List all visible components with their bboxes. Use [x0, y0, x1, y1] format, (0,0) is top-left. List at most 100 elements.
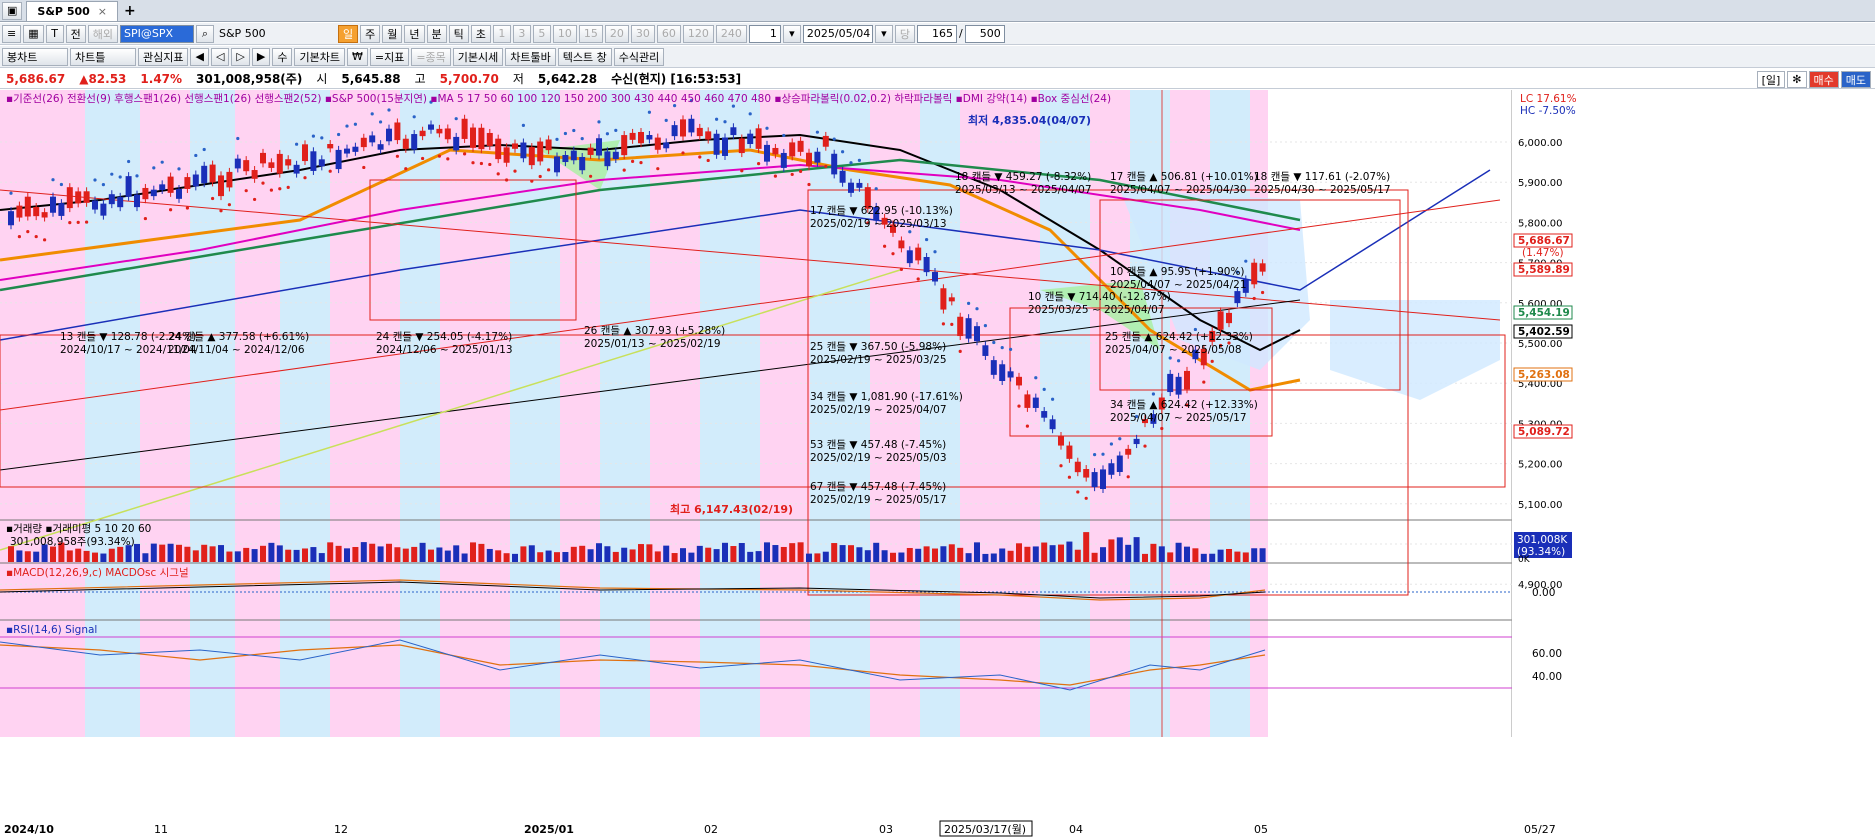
high-price: 5,700.70: [439, 71, 499, 86]
last-icon[interactable]: ▶: [251, 47, 271, 66]
sar-dot: [160, 160, 164, 164]
sar-dot: [395, 154, 399, 158]
sar-dot: [1059, 464, 1063, 468]
preset-3[interactable]: 3: [512, 24, 531, 43]
preset-60[interactable]: 60: [656, 24, 681, 43]
basic-chart-button[interactable]: 기본차트: [294, 47, 345, 66]
sar-dot: [631, 159, 635, 163]
sar-dot: [530, 179, 534, 183]
candle-body: [83, 191, 90, 203]
step-dropdown-icon[interactable]: ▾: [782, 24, 801, 43]
period-tick[interactable]: 틱: [448, 24, 469, 43]
list-view-icon[interactable]: ≡: [2, 24, 22, 43]
volume-value: 301,008,958주(93.34%): [10, 536, 135, 548]
candle-range-title: 17 캔들 ▲ 506.81 (+10.01%): [1110, 171, 1258, 183]
search-icon[interactable]: ⌕: [196, 24, 214, 43]
price-chart[interactable]: 13 캔들 ▼ 128.78 (-2.24%)2024/10/17 ~ 2024…: [0, 90, 1875, 837]
period-minute[interactable]: 분: [426, 24, 447, 43]
sar-dot: [362, 165, 366, 170]
buy-button[interactable]: 매수: [1808, 71, 1839, 88]
candle-body: [167, 176, 174, 193]
volume-bar: [1116, 537, 1123, 562]
volume-bar: [1175, 542, 1182, 562]
candle-range-dates: 2025/02/19 ~ 2025/03/25: [810, 354, 947, 366]
volume-bar: [1083, 532, 1090, 562]
volume-bar: [1142, 553, 1148, 562]
step-input[interactable]: 1: [748, 24, 781, 43]
window-menu-icon[interactable]: ▣: [2, 1, 23, 20]
volume-bar: [957, 547, 964, 562]
low-note: 최저 4,835.04(04/07): [968, 113, 1091, 127]
chart-toolbar-button[interactable]: 차트툴바: [505, 47, 556, 66]
period-year[interactable]: 년: [404, 24, 425, 43]
settings-icon[interactable]: ✻: [1787, 71, 1807, 88]
preset-20[interactable]: 20: [604, 24, 629, 43]
sar-dot: [9, 191, 13, 195]
sar-dot: [1042, 387, 1046, 391]
sar-dot: [841, 150, 845, 154]
grid-view-icon[interactable]: ▦: [23, 24, 44, 43]
preset-15[interactable]: 15: [578, 24, 603, 43]
symbol-input[interactable]: SPI@SPX: [120, 24, 194, 43]
volume-bar: [747, 551, 754, 562]
sar-dot: [286, 185, 290, 189]
preset-120[interactable]: 120: [682, 24, 714, 43]
date-dropdown-icon[interactable]: ▾: [874, 24, 893, 43]
volume-bar: [1007, 550, 1014, 562]
candle-body: [33, 207, 40, 217]
preset-10[interactable]: 10: [552, 24, 577, 43]
session-band: [440, 90, 510, 737]
preset-1[interactable]: 1: [492, 24, 511, 43]
price-tag-value: 5,454.19: [1518, 307, 1570, 319]
candle-body: [134, 194, 140, 208]
period-month[interactable]: 월: [382, 24, 403, 43]
period-day[interactable]: 일: [338, 24, 359, 43]
candle-body: [327, 144, 334, 149]
preset-240[interactable]: 240: [715, 24, 747, 43]
add-tab-button[interactable]: +: [124, 3, 136, 19]
sar-dot: [328, 169, 332, 173]
sar-dot: [563, 131, 568, 136]
volume-bar: [461, 553, 468, 562]
period-week[interactable]: 주: [360, 24, 381, 43]
candle-body: [369, 135, 376, 143]
sar-dot: [379, 120, 383, 124]
chart-frame-select[interactable]: 차트틀: [70, 47, 136, 66]
close-icon[interactable]: ×: [98, 5, 107, 18]
preset-5[interactable]: 5: [532, 24, 551, 43]
symbol-add-button[interactable]: =종목: [411, 47, 451, 66]
tab-sp500[interactable]: S&P 500 ×: [26, 0, 118, 21]
indicator-add-button[interactable]: =지표: [369, 47, 410, 66]
candle-range-dates: 2025/02/19 ~ 2025/05/17: [810, 494, 947, 506]
count-input[interactable]: 165: [917, 24, 957, 43]
candle-body: [394, 122, 401, 141]
basic-quote-button[interactable]: 기본시세: [452, 47, 504, 66]
total-input[interactable]: 500: [964, 24, 1005, 43]
prev-icon[interactable]: ◁: [210, 47, 230, 66]
sell-button[interactable]: 매도: [1840, 71, 1871, 88]
sar-dot: [1000, 346, 1004, 350]
text-icon[interactable]: T: [45, 24, 64, 43]
first-icon[interactable]: ◀: [190, 47, 209, 66]
indicator-button[interactable]: 관심지표: [138, 47, 189, 66]
full-button[interactable]: 전: [65, 24, 86, 43]
date-input[interactable]: 2025/05/04: [802, 24, 873, 43]
price-button[interactable]: 수: [272, 47, 293, 66]
candle-body: [402, 138, 409, 149]
volume-bar: [1259, 548, 1266, 562]
preset-30[interactable]: 30: [630, 24, 655, 43]
period-second[interactable]: 초: [470, 24, 491, 43]
candle-body: [209, 164, 216, 183]
candle-body: [780, 152, 787, 168]
candle-body: [1226, 312, 1232, 324]
candle-body: [1083, 469, 1090, 478]
next-icon[interactable]: ▷: [231, 47, 250, 66]
overseas-button[interactable]: 해외: [87, 24, 118, 43]
text-window-button[interactable]: 텍스트 창: [557, 47, 612, 66]
formula-button[interactable]: 수식관리: [613, 47, 665, 66]
currency-icon[interactable]: ₩: [346, 47, 368, 66]
sar-dot: [757, 161, 761, 166]
candle-chart-select[interactable]: 봉차트: [2, 47, 68, 66]
period-indicator[interactable]: [일]: [1756, 71, 1786, 88]
volume-bar: [713, 549, 720, 562]
